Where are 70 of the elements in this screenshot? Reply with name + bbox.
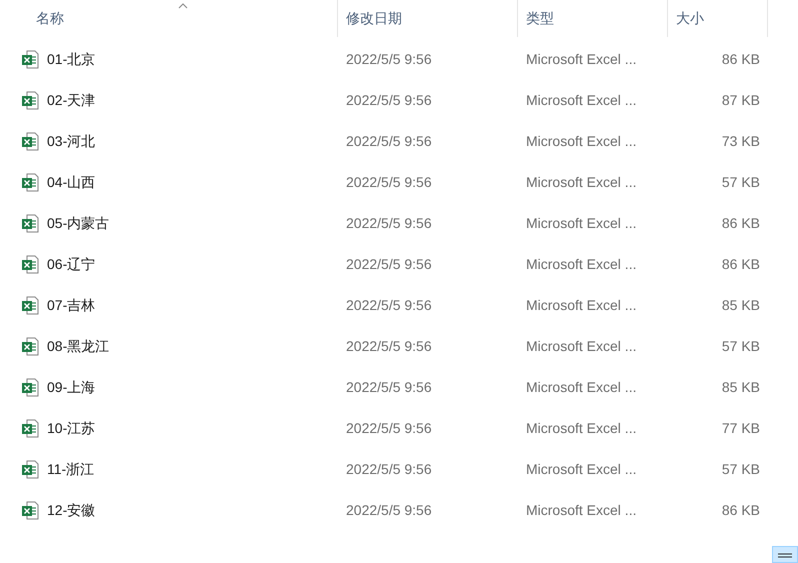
spreadsheet-file-icon xyxy=(21,460,39,479)
modified-date: 2022/5/5 9:56 xyxy=(346,215,432,231)
column-header-cell[interactable]: 大小 xyxy=(668,0,768,37)
modified-date: 2022/5/5 9:56 xyxy=(346,379,432,395)
column-header-cell[interactable]: 类型 xyxy=(518,0,668,37)
spreadsheet-file-icon xyxy=(21,501,39,520)
file-size: 57 KB xyxy=(722,461,760,477)
file-name[interactable]: 09-上海 xyxy=(47,377,96,398)
file-size: 57 KB xyxy=(722,174,760,190)
file-type: Microsoft Excel ... xyxy=(526,297,636,313)
modified-date: 2022/5/5 9:56 xyxy=(346,51,432,67)
column-header[interactable]: 名称 xyxy=(36,8,64,29)
file-type: Microsoft Excel ... xyxy=(526,461,636,477)
spreadsheet-file-icon xyxy=(21,91,39,110)
file-size: 57 KB xyxy=(722,338,760,354)
file-name[interactable]: 11-浙江 xyxy=(47,459,94,480)
file-size: 73 KB xyxy=(722,133,760,149)
file-type: Microsoft Excel ... xyxy=(526,215,636,231)
spreadsheet-file-icon xyxy=(21,173,39,192)
spreadsheet-file-icon xyxy=(21,255,39,274)
modified-date: 2022/5/5 9:56 xyxy=(346,256,432,272)
file-size: 86 KB xyxy=(722,51,760,67)
spreadsheet-file-icon xyxy=(21,419,39,438)
spreadsheet-file-icon xyxy=(21,132,39,151)
spreadsheet-file-icon xyxy=(21,337,39,356)
view-toggle-icon[interactable] xyxy=(772,546,798,563)
file-type: Microsoft Excel ... xyxy=(526,338,636,354)
file-name[interactable]: 10-江苏 xyxy=(47,418,96,439)
spreadsheet-file-icon xyxy=(21,214,39,233)
file-type: Microsoft Excel ... xyxy=(526,133,636,149)
spreadsheet-file-icon xyxy=(21,50,39,69)
modified-date: 2022/5/5 9:56 xyxy=(346,297,432,313)
file-name[interactable]: 12-安徽 xyxy=(47,500,96,521)
file-type: Microsoft Excel ... xyxy=(526,51,636,67)
modified-date: 2022/5/5 9:56 xyxy=(346,92,432,108)
file-size: 87 KB xyxy=(722,92,760,108)
file-size: 86 KB xyxy=(722,256,760,272)
spreadsheet-file-icon xyxy=(21,378,39,397)
file-name[interactable]: 02-天津 xyxy=(47,90,96,111)
file-type: Microsoft Excel ... xyxy=(526,174,636,190)
modified-date: 2022/5/5 9:56 xyxy=(346,420,432,436)
file-type: Microsoft Excel ... xyxy=(526,92,636,108)
file-name[interactable]: 08-黑龙江 xyxy=(47,336,110,357)
modified-date: 2022/5/5 9:56 xyxy=(346,502,432,518)
column-header[interactable]: 类型 xyxy=(526,8,554,29)
modified-date: 2022/5/5 9:56 xyxy=(346,461,432,477)
file-name[interactable]: 03-河北 xyxy=(47,131,96,152)
file-size: 77 KB xyxy=(722,420,760,436)
column-header[interactable]: 修改日期 xyxy=(346,8,402,29)
sort-ascending-icon xyxy=(178,3,188,9)
file-name[interactable]: 04-山西 xyxy=(47,172,96,193)
column-header-cell[interactable]: 名称 xyxy=(0,0,338,37)
file-type: Microsoft Excel ... xyxy=(526,379,636,395)
column-header[interactable]: 大小 xyxy=(676,8,704,29)
modified-date: 2022/5/5 9:56 xyxy=(346,338,432,354)
file-size: 85 KB xyxy=(722,297,760,313)
file-type: Microsoft Excel ... xyxy=(526,420,636,436)
file-type: Microsoft Excel ... xyxy=(526,502,636,518)
file-name[interactable]: 07-吉林 xyxy=(47,295,96,316)
modified-date: 2022/5/5 9:56 xyxy=(346,174,432,190)
file-size: 86 KB xyxy=(722,215,760,231)
file-type: Microsoft Excel ... xyxy=(526,256,636,272)
modified-date: 2022/5/5 9:56 xyxy=(346,133,432,149)
file-size: 85 KB xyxy=(722,379,760,395)
file-name[interactable]: 05-内蒙古 xyxy=(47,213,110,234)
file-name[interactable]: 06-辽宁 xyxy=(47,254,96,275)
file-name[interactable]: 01-北京 xyxy=(47,49,96,70)
spreadsheet-file-icon xyxy=(21,296,39,315)
file-size: 86 KB xyxy=(722,502,760,518)
column-header-cell[interactable]: 修改日期 xyxy=(338,0,518,37)
